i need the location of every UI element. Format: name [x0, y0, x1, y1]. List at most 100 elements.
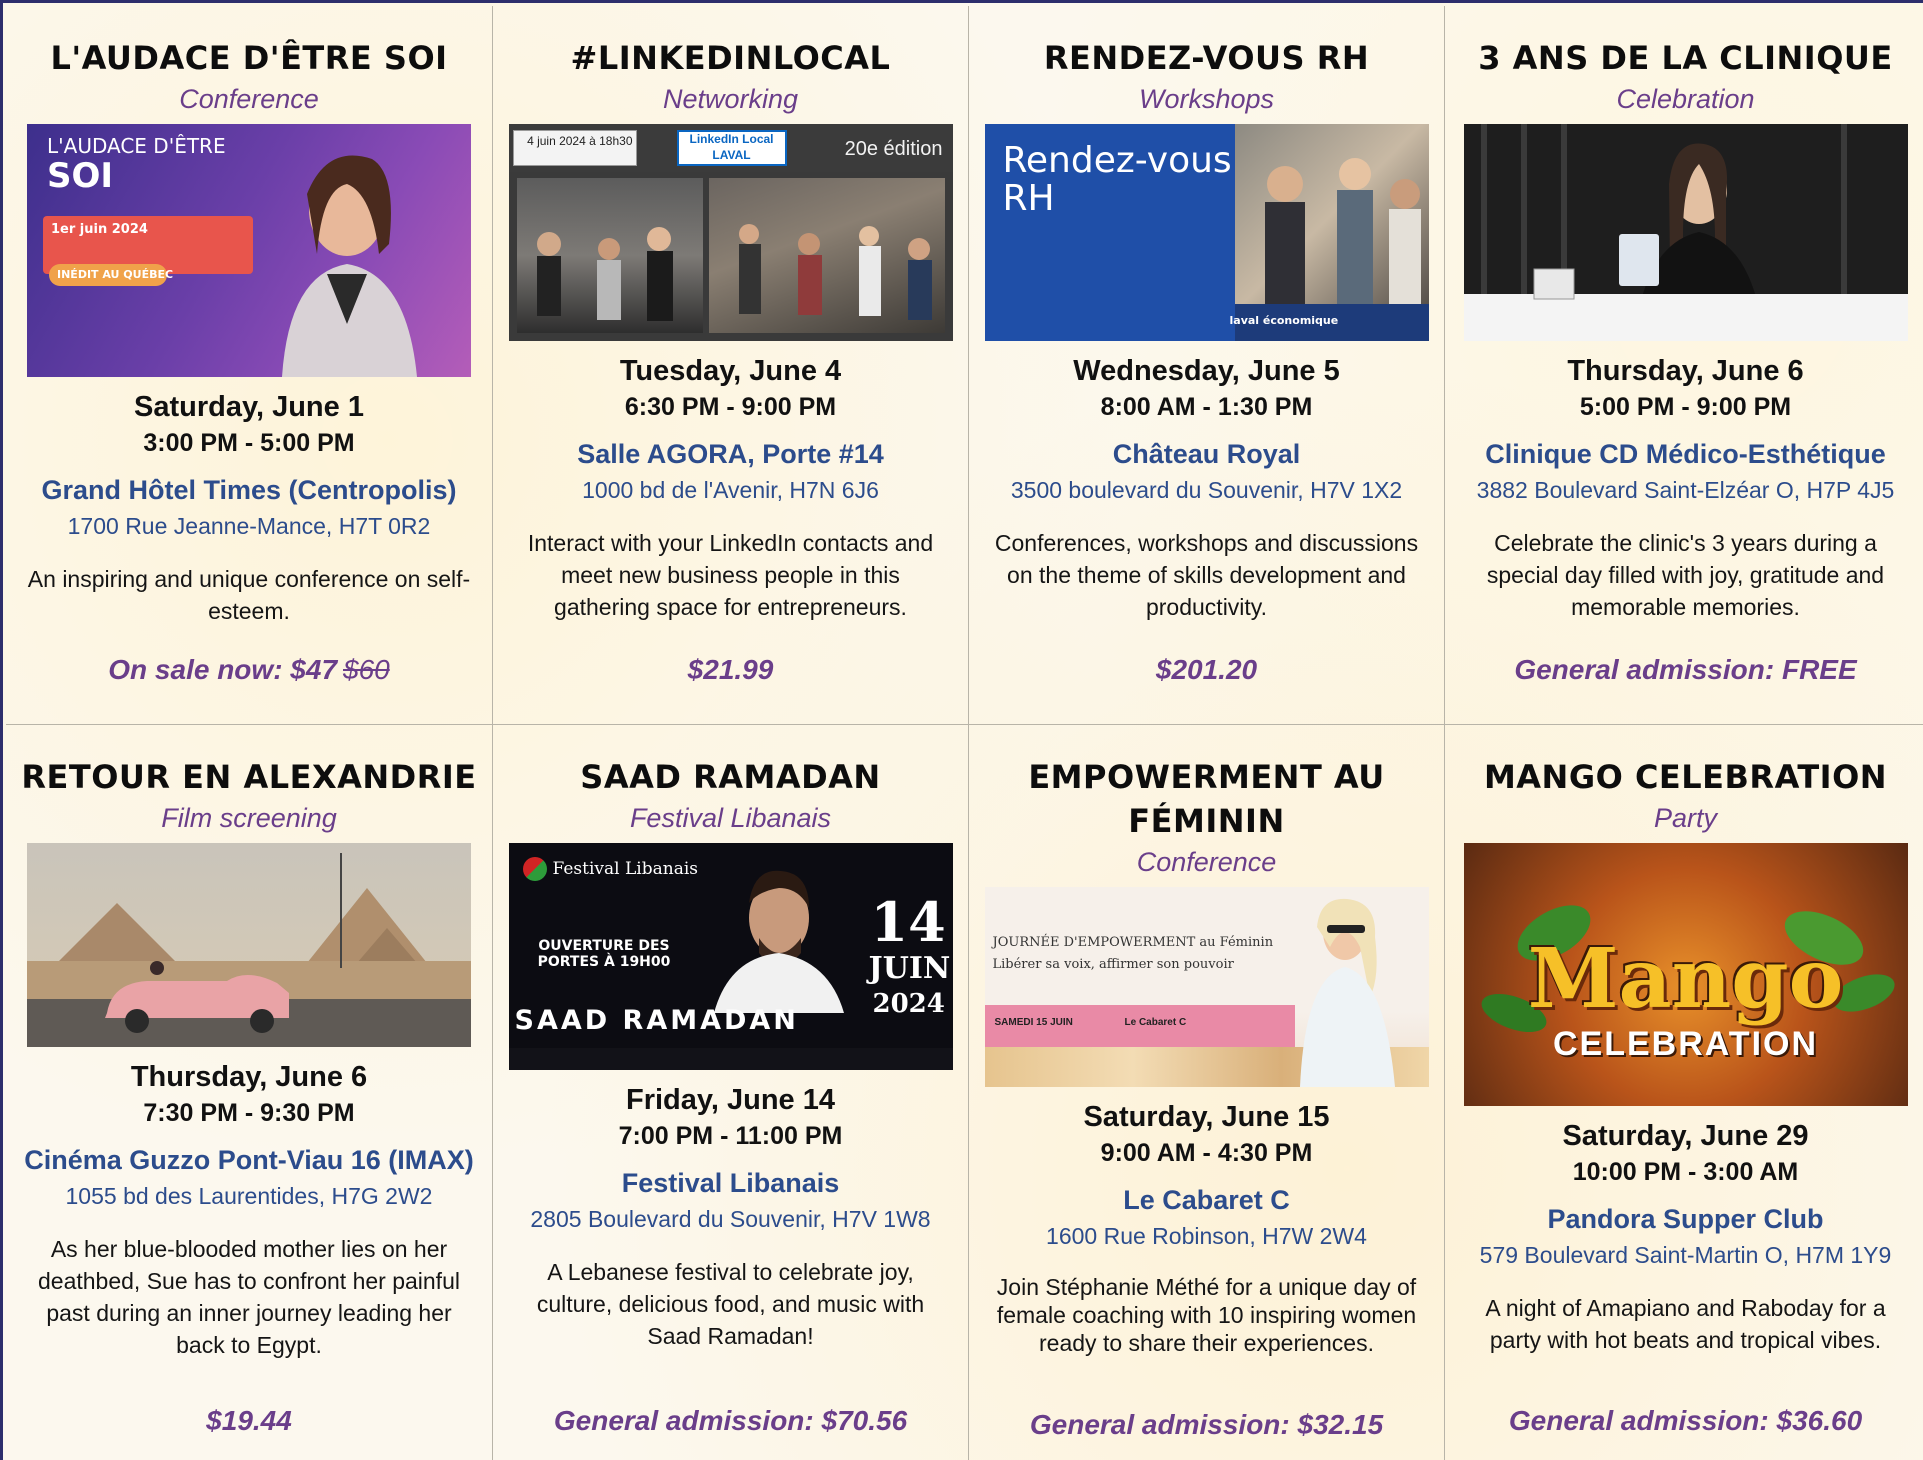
event-image[interactable]: JOURNÉE D'EMPOWERMENT au Féminin Libérer… [984, 887, 1429, 1087]
event-venue[interactable]: Festival Libanais [493, 1164, 968, 1202]
event-address: 3882 Boulevard Saint-Elzéar O, H7P 4J5 [1476, 477, 1895, 503]
event-time: 9:00 AM - 4:30 PM [1100, 1139, 1313, 1167]
event-address: 2805 Boulevard du Souvenir, H7V 1W8 [530, 1206, 931, 1232]
image-text: 14 [870, 890, 946, 954]
speaker-photo [282, 155, 417, 377]
event-price[interactable]: $201.20 [969, 654, 1444, 686]
event-date: Saturday, June 15 [1083, 1101, 1330, 1133]
event-title: #LINKEDINLOCAL [570, 39, 891, 77]
clinic-photo [1463, 124, 1908, 341]
image-text: JUIN [868, 951, 951, 986]
event-time: 6:30 PM - 9:00 PM [624, 393, 837, 421]
event-image[interactable] [1463, 124, 1908, 341]
event-date: Thursday, June 6 [1567, 355, 1804, 387]
event-card[interactable]: EMPOWERMENT AU FÉMININ Conference JOURNÉ… [969, 725, 1445, 1460]
speaker-photo [1299, 898, 1395, 1087]
price-old: $60 [343, 654, 390, 685]
event-description: An inspiring and unique conference on se… [27, 566, 471, 624]
image-text: SAAD RAMADAN [514, 1005, 799, 1036]
event-venue[interactable]: Le Cabaret C [969, 1181, 1444, 1219]
image-text: CELEBRATION [1552, 1025, 1819, 1063]
event-date: Friday, June 14 [626, 1084, 835, 1116]
event-address: 579 Boulevard Saint-Martin O, H7M 1Y9 [1479, 1242, 1892, 1268]
event-description: Conferences, workshops and discussions o… [994, 530, 1419, 620]
event-venue[interactable]: Salle AGORA, Porte #14 [493, 435, 968, 473]
event-price[interactable]: General admission: $36.60 [1445, 1405, 1923, 1437]
event-venue[interactable]: Pandora Supper Club [1445, 1200, 1923, 1238]
event-description: Celebrate the clinic's 3 years during a … [1486, 530, 1885, 620]
event-category: Networking [662, 84, 799, 114]
event-price[interactable]: General admission: $32.15 [969, 1409, 1444, 1441]
image-text: Rendez-vous [1002, 140, 1232, 181]
event-title: MANGO CELEBRATION [1483, 758, 1888, 796]
event-category: Conference [179, 84, 319, 114]
event-time: 10:00 PM - 3:00 AM [1572, 1158, 1799, 1186]
event-category: Workshops [1138, 84, 1275, 114]
events-page: L'AUDACE D'ÊTRE SOI Conference L'AUDACE … [0, 0, 1923, 1460]
event-date: Saturday, June 1 [134, 391, 364, 423]
event-address: 1700 Rue Jeanne-Mance, H7T 0R2 [67, 513, 431, 539]
event-card[interactable]: SAAD RAMADAN Festival Libanais Festival … [493, 725, 969, 1460]
crowd-photo [536, 224, 932, 321]
people-photo [1264, 158, 1421, 304]
event-time: 7:00 PM - 11:00 PM [618, 1122, 843, 1150]
event-title: EMPOWERMENT AU FÉMININ [1028, 758, 1385, 840]
event-price[interactable]: $21.99 [493, 654, 968, 686]
event-title: RETOUR EN ALEXANDRIE [21, 758, 477, 796]
event-price[interactable]: $19.44 [6, 1405, 492, 1437]
event-card[interactable]: MANGO CELEBRATION Party Mango CELEBRATIO… [1445, 725, 1923, 1460]
event-category: Celebration [1616, 84, 1755, 114]
event-time: 8:00 AM - 1:30 PM [1100, 393, 1313, 421]
event-title: SAAD RAMADAN [580, 758, 881, 796]
event-time: 5:00 PM - 9:00 PM [1579, 393, 1792, 421]
event-price[interactable]: General admission: $70.56 [493, 1405, 968, 1437]
event-description: As her blue-blooded mother lies on her d… [38, 1236, 460, 1358]
event-category: Party [1653, 803, 1718, 833]
event-category: Film screening [161, 803, 337, 833]
event-price[interactable]: General admission: FREE [1445, 654, 1923, 686]
event-image[interactable]: 4 juin 2024 à 18h30 LinkedIn Local LAVAL… [508, 124, 953, 341]
event-card[interactable]: RENDEZ-VOUS RH Workshops Rendez-vous RH … [969, 6, 1445, 725]
event-image[interactable] [27, 843, 471, 1047]
image-text: laval économique [1229, 314, 1339, 327]
event-venue[interactable]: Grand Hôtel Times (Centropolis) [6, 471, 492, 509]
event-date: Tuesday, June 4 [619, 355, 842, 387]
event-image[interactable]: L'AUDACE D'ÊTRE SOI 1er juin 2024 INÉDIT… [27, 124, 471, 377]
event-address: 1055 bd des Laurentides, H7G 2W2 [65, 1183, 433, 1209]
event-address: 1600 Rue Robinson, H7W 2W4 [1046, 1223, 1367, 1249]
event-card[interactable]: L'AUDACE D'ÊTRE SOI Conference L'AUDACE … [6, 6, 493, 725]
event-description: A night of Amapiano and Raboday for a pa… [1485, 1295, 1886, 1353]
event-image[interactable]: Rendez-vous RH laval économique [984, 124, 1429, 341]
event-address: 1000 bd de l'Avenir, H7N 6J6 [582, 477, 879, 503]
event-description: Interact with your LinkedIn contacts and… [527, 530, 934, 620]
event-title: L'AUDACE D'ÊTRE SOI [50, 39, 448, 77]
event-card[interactable]: #LINKEDINLOCAL Networking 4 juin 2024 à … [493, 6, 969, 725]
event-card[interactable]: 3 ANS DE LA CLINIQUE Celebration Thursda… [1445, 6, 1923, 725]
event-image[interactable]: Festival Libanais OUVERTURE DES PORTES À… [508, 843, 953, 1070]
event-title: 3 ANS DE LA CLINIQUE [1478, 39, 1893, 77]
event-date: Saturday, June 29 [1562, 1120, 1809, 1152]
price-current: On sale now: $47 [108, 654, 338, 685]
event-description: Join Stéphanie Méthé for a unique day of… [996, 1274, 1417, 1356]
image-text: 2024 [872, 989, 945, 1019]
event-category: Festival Libanais [629, 803, 832, 833]
event-image[interactable]: Mango CELEBRATION [1463, 843, 1908, 1106]
image-text: Mango [1527, 931, 1844, 1027]
event-address: 3500 boulevard du Souvenir, H7V 1X2 [1010, 477, 1403, 503]
event-category: Conference [1136, 847, 1277, 877]
event-time: 7:30 PM - 9:30 PM [143, 1099, 355, 1127]
sponsor-bar [508, 1048, 953, 1070]
event-price[interactable]: On sale now: $47 $60 [6, 654, 492, 686]
event-date: Thursday, June 6 [130, 1061, 368, 1093]
event-time: 3:00 PM - 5:00 PM [143, 429, 355, 457]
image-text: RH [1002, 178, 1055, 219]
event-description: A Lebanese festival to celebrate joy, cu… [536, 1259, 925, 1349]
event-card[interactable]: RETOUR EN ALEXANDRIE Film screening Thur… [6, 725, 493, 1460]
event-title: RENDEZ-VOUS RH [1043, 39, 1370, 77]
event-date: Wednesday, June 5 [1073, 355, 1340, 387]
event-venue[interactable]: Cinéma Guzzo Pont-Viau 16 (IMAX) [6, 1141, 492, 1179]
event-venue[interactable]: Château Royal [969, 435, 1444, 473]
events-grid: L'AUDACE D'ÊTRE SOI Conference L'AUDACE … [6, 6, 1923, 1460]
event-venue[interactable]: Clinique CD Médico-Esthétique [1445, 435, 1923, 473]
desert-photo [27, 843, 471, 1047]
